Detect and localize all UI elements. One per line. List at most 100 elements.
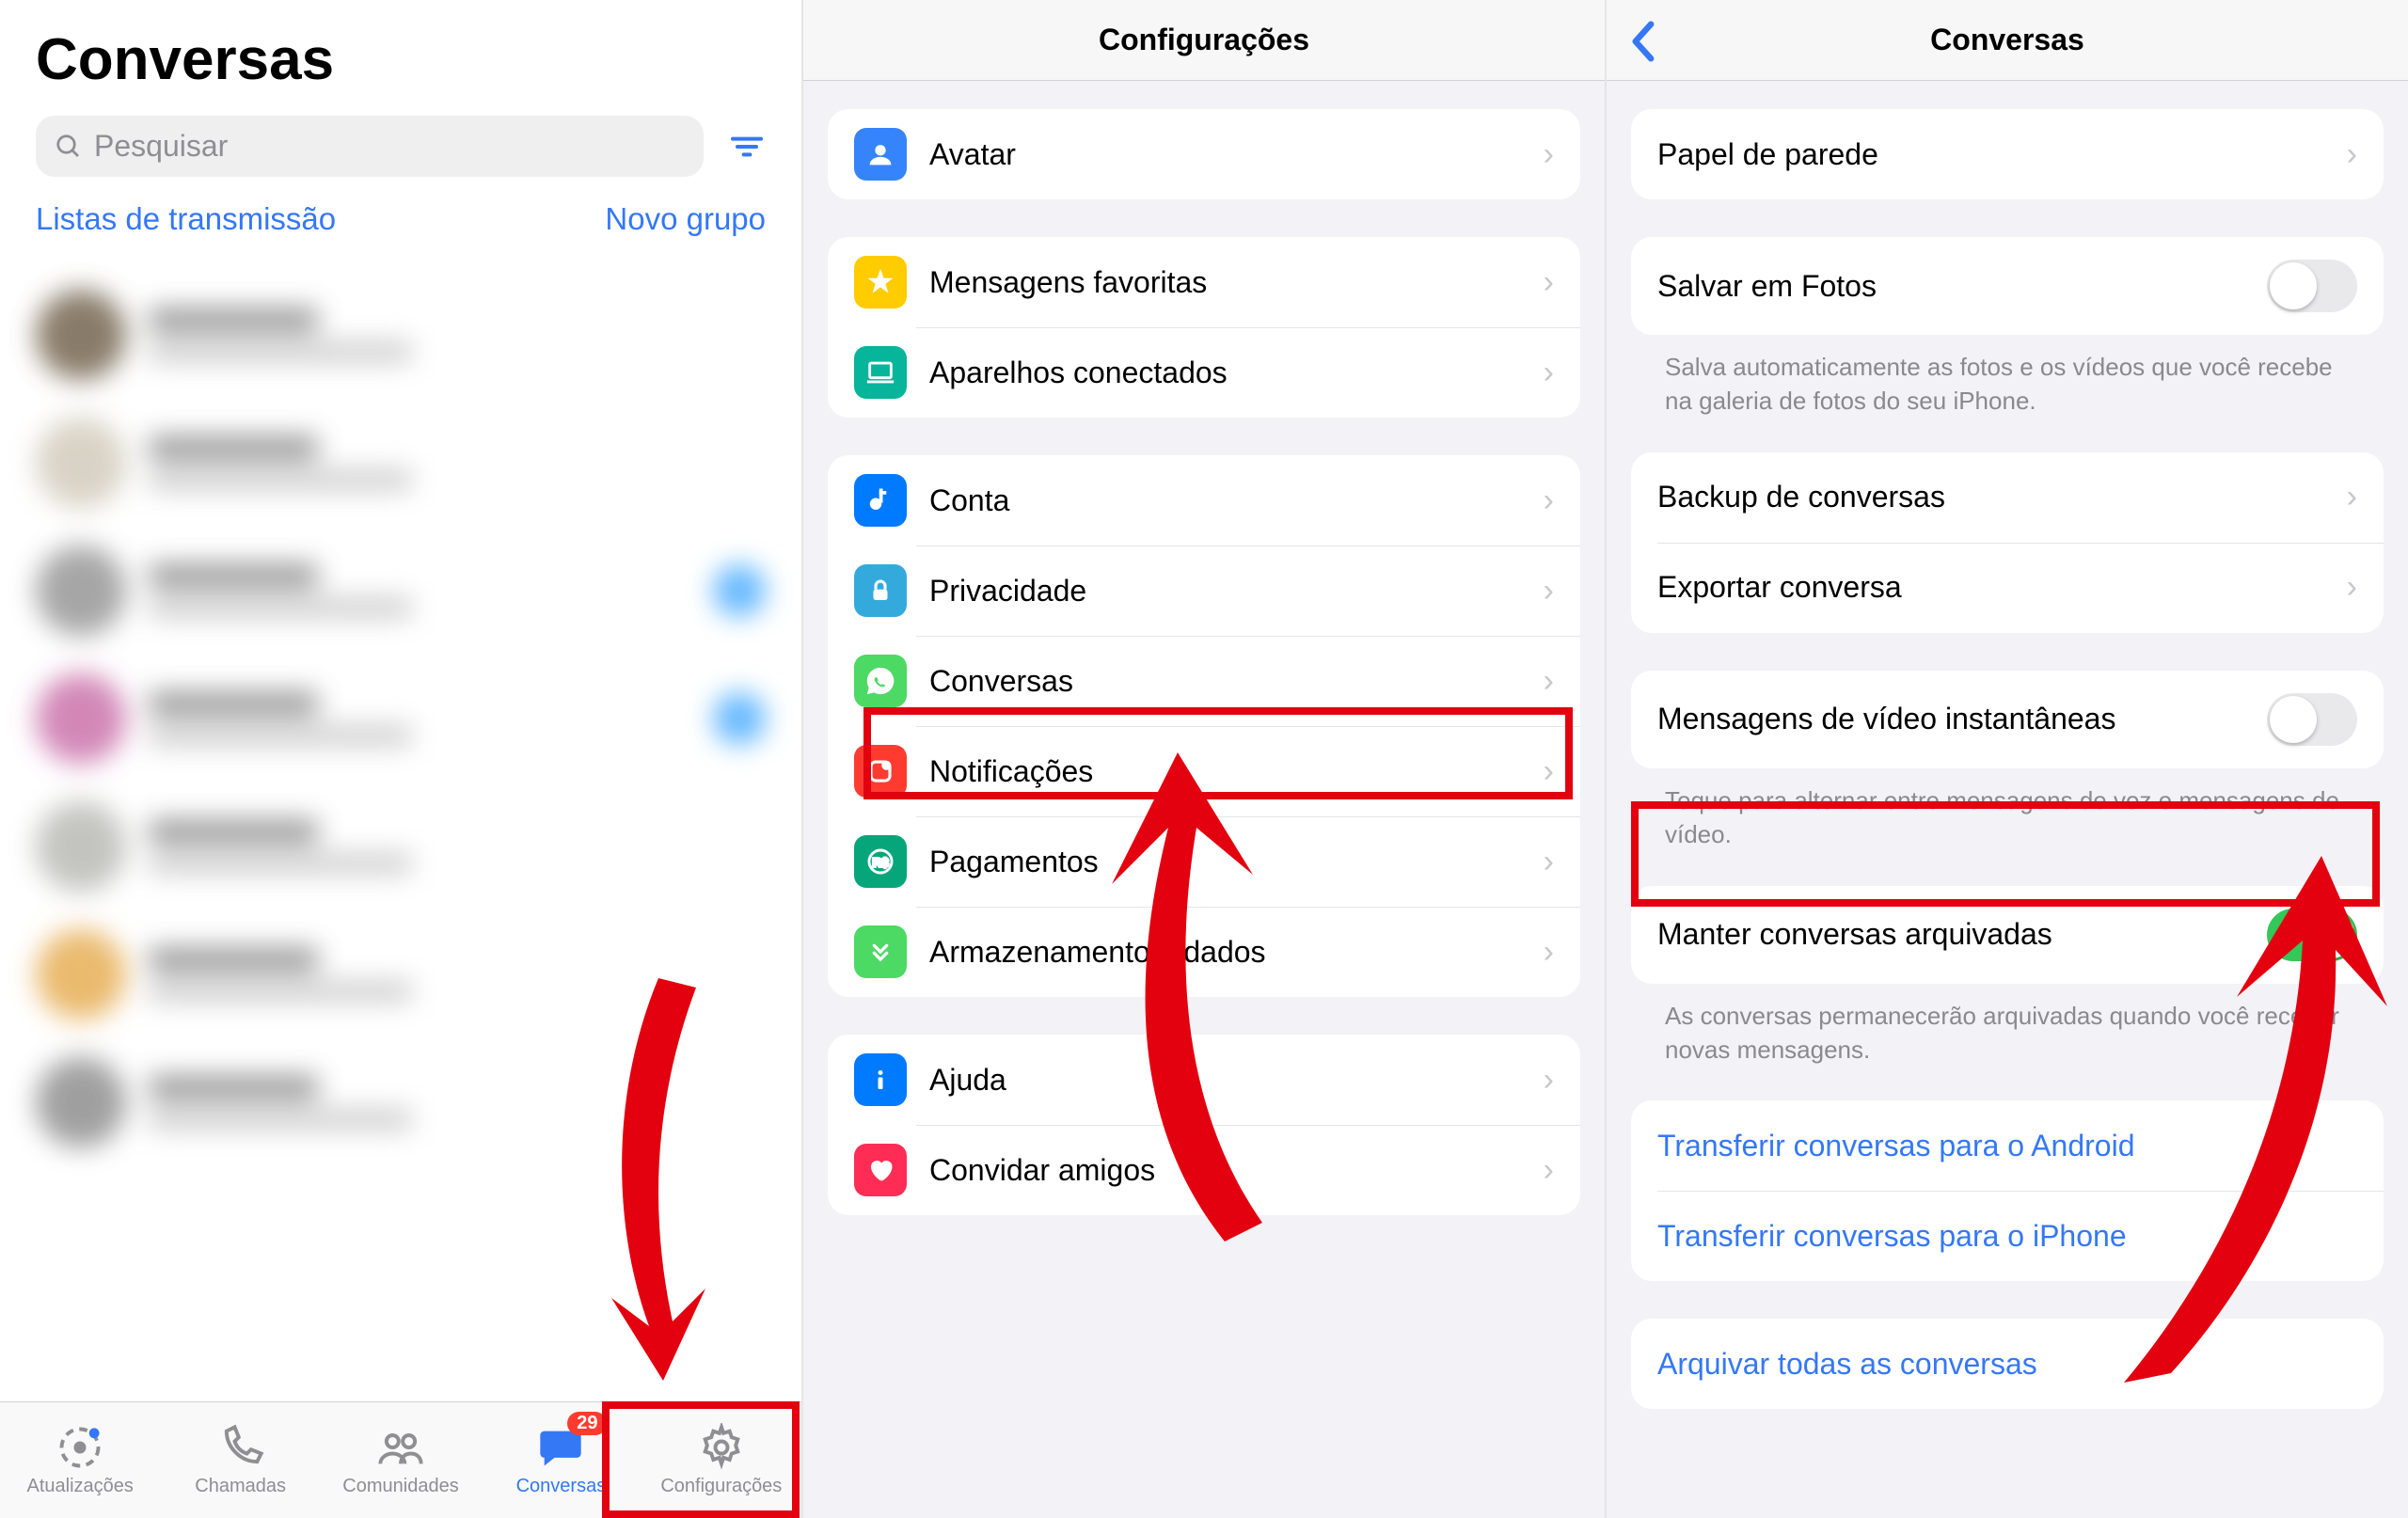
row-label: Manter conversas arquivadas bbox=[1657, 917, 2267, 952]
tab-bar: Atualizações Chamadas Comunidades 29 Con… bbox=[0, 1401, 801, 1518]
tab-label: Configurações bbox=[660, 1476, 782, 1497]
row-label: Arquivar todas as conversas bbox=[1657, 1347, 2357, 1382]
row-label: Backup de conversas bbox=[1657, 480, 2347, 514]
row-instant-video[interactable]: Mensagens de vídeo instantâneas bbox=[1631, 671, 2384, 768]
row-backup[interactable]: Backup de conversas › bbox=[1631, 452, 2384, 543]
search-input[interactable]: Pesquisar bbox=[36, 116, 704, 177]
row-archive-all[interactable]: Arquivar todas as conversas bbox=[1631, 1319, 2384, 1409]
settings-row-starred[interactable]: Mensagens favoritas › bbox=[828, 237, 1580, 327]
whatsapp-icon bbox=[854, 655, 907, 707]
row-label: Pagamentos bbox=[929, 845, 1544, 879]
settings-row-help[interactable]: Ajuda › bbox=[828, 1035, 1580, 1125]
header-title: Conversas bbox=[1930, 23, 2084, 57]
search-icon bbox=[55, 133, 83, 161]
row-label: Conversas bbox=[929, 664, 1544, 699]
tab-label: Chamadas bbox=[195, 1476, 286, 1497]
row-label: Armazenamento e dados bbox=[929, 935, 1544, 970]
row-label: Avatar bbox=[929, 137, 1544, 172]
conversations-list-blurred bbox=[0, 261, 801, 1401]
chevron-right-icon: › bbox=[1544, 355, 1554, 391]
filter-icon[interactable] bbox=[728, 128, 766, 166]
row-label: Papel de parede bbox=[1657, 137, 2347, 172]
row-label: Transferir conversas para o iPhone bbox=[1657, 1219, 2357, 1254]
new-group-link[interactable]: Novo grupo bbox=[605, 201, 766, 237]
row-transfer-android[interactable]: Transferir conversas para o Android bbox=[1631, 1100, 2384, 1191]
row-label: Transferir conversas para o Android bbox=[1657, 1129, 2357, 1163]
chevron-right-icon: › bbox=[2347, 136, 2357, 173]
avatar-icon bbox=[854, 128, 907, 181]
row-label: Ajuda bbox=[929, 1063, 1544, 1098]
tab-calls[interactable]: Chamadas bbox=[160, 1402, 320, 1518]
settings-row-notifications[interactable]: Notificações › bbox=[828, 726, 1580, 816]
toggle-instant-video[interactable] bbox=[2267, 693, 2357, 746]
communities-icon bbox=[376, 1423, 425, 1472]
row-label: Aparelhos conectados bbox=[929, 356, 1544, 390]
info-icon bbox=[854, 1053, 907, 1106]
chevron-right-icon: › bbox=[1544, 844, 1554, 880]
tab-communities[interactable]: Comunidades bbox=[321, 1402, 481, 1518]
row-label: Exportar conversa bbox=[1657, 570, 2347, 605]
lock-icon bbox=[854, 564, 907, 617]
tab-updates[interactable]: Atualizações bbox=[0, 1402, 160, 1518]
phone-icon bbox=[216, 1423, 265, 1472]
header: Conversas bbox=[1607, 0, 2408, 81]
chevron-right-icon: › bbox=[1544, 264, 1554, 301]
tab-chats[interactable]: 29 Conversas bbox=[481, 1402, 641, 1518]
gear-icon bbox=[697, 1423, 746, 1472]
star-icon bbox=[854, 256, 907, 308]
chevron-right-icon: › bbox=[1544, 1062, 1554, 1099]
settings-row-payments[interactable]: R$ Pagamentos › bbox=[828, 816, 1580, 907]
header-title: Configurações bbox=[1099, 23, 1309, 57]
toggle-save-photos[interactable] bbox=[2267, 260, 2357, 312]
row-wallpaper[interactable]: Papel de parede › bbox=[1631, 109, 2384, 199]
settings-row-linked-devices[interactable]: Aparelhos conectados › bbox=[828, 327, 1580, 418]
chevron-right-icon: › bbox=[1544, 663, 1554, 700]
footer-note: Salva automaticamente as fotos e os víde… bbox=[1631, 350, 2384, 452]
row-label: Conta bbox=[929, 483, 1544, 518]
settings-row-avatar[interactable]: Avatar › bbox=[828, 109, 1580, 199]
chevron-right-icon: › bbox=[2347, 569, 2357, 606]
settings-row-chats[interactable]: Conversas › bbox=[828, 636, 1580, 726]
chevron-right-icon: › bbox=[1544, 136, 1554, 173]
chevron-right-icon: › bbox=[1544, 573, 1554, 609]
row-transfer-iphone[interactable]: Transferir conversas para o iPhone bbox=[1631, 1191, 2384, 1281]
row-label: Mensagens favoritas bbox=[929, 265, 1544, 300]
row-label: Notificações bbox=[929, 754, 1544, 789]
back-button[interactable] bbox=[1629, 21, 1656, 62]
footer-note: Toque para alternar entre mensagens de v… bbox=[1631, 783, 2384, 886]
settings-row-privacy[interactable]: Privacidade › bbox=[828, 546, 1580, 636]
row-keep-archived[interactable]: Manter conversas arquivadas bbox=[1631, 886, 2384, 984]
row-label: Privacidade bbox=[929, 574, 1544, 609]
key-icon bbox=[854, 474, 907, 527]
chevron-right-icon: › bbox=[1544, 934, 1554, 971]
chevron-right-icon: › bbox=[1544, 1152, 1554, 1189]
row-label: Salvar em Fotos bbox=[1657, 269, 2267, 304]
header: Configurações bbox=[803, 0, 1605, 81]
toggle-keep-archived[interactable] bbox=[2267, 909, 2357, 961]
search-placeholder: Pesquisar bbox=[94, 129, 228, 164]
heart-icon bbox=[854, 1144, 907, 1196]
svg-text:R$: R$ bbox=[872, 855, 889, 869]
row-save-photos[interactable]: Salvar em Fotos bbox=[1631, 237, 2384, 335]
tab-label: Comunidades bbox=[342, 1476, 458, 1497]
tab-settings[interactable]: Configurações bbox=[642, 1402, 801, 1518]
payments-icon: R$ bbox=[854, 835, 907, 888]
status-icon bbox=[55, 1423, 104, 1472]
tab-label: Conversas bbox=[516, 1476, 607, 1497]
chevron-right-icon: › bbox=[1544, 482, 1554, 519]
notification-icon bbox=[854, 745, 907, 798]
chevron-right-icon: › bbox=[2347, 479, 2357, 515]
footer-note: As conversas permanecerão arquivadas qua… bbox=[1631, 999, 2384, 1101]
settings-row-account[interactable]: Conta › bbox=[828, 455, 1580, 546]
settings-row-invite[interactable]: Convidar amigos › bbox=[828, 1125, 1580, 1215]
storage-icon bbox=[854, 925, 907, 978]
row-label: Mensagens de vídeo instantâneas bbox=[1657, 702, 2267, 736]
unread-badge: 29 bbox=[567, 1412, 607, 1435]
row-export[interactable]: Exportar conversa › bbox=[1631, 543, 2384, 633]
broadcast-lists-link[interactable]: Listas de transmissão bbox=[36, 201, 336, 237]
settings-row-storage[interactable]: Armazenamento e dados › bbox=[828, 907, 1580, 997]
laptop-icon bbox=[854, 346, 907, 399]
page-title: Conversas bbox=[0, 0, 801, 116]
chevron-right-icon: › bbox=[1544, 753, 1554, 790]
row-label: Convidar amigos bbox=[929, 1153, 1544, 1188]
